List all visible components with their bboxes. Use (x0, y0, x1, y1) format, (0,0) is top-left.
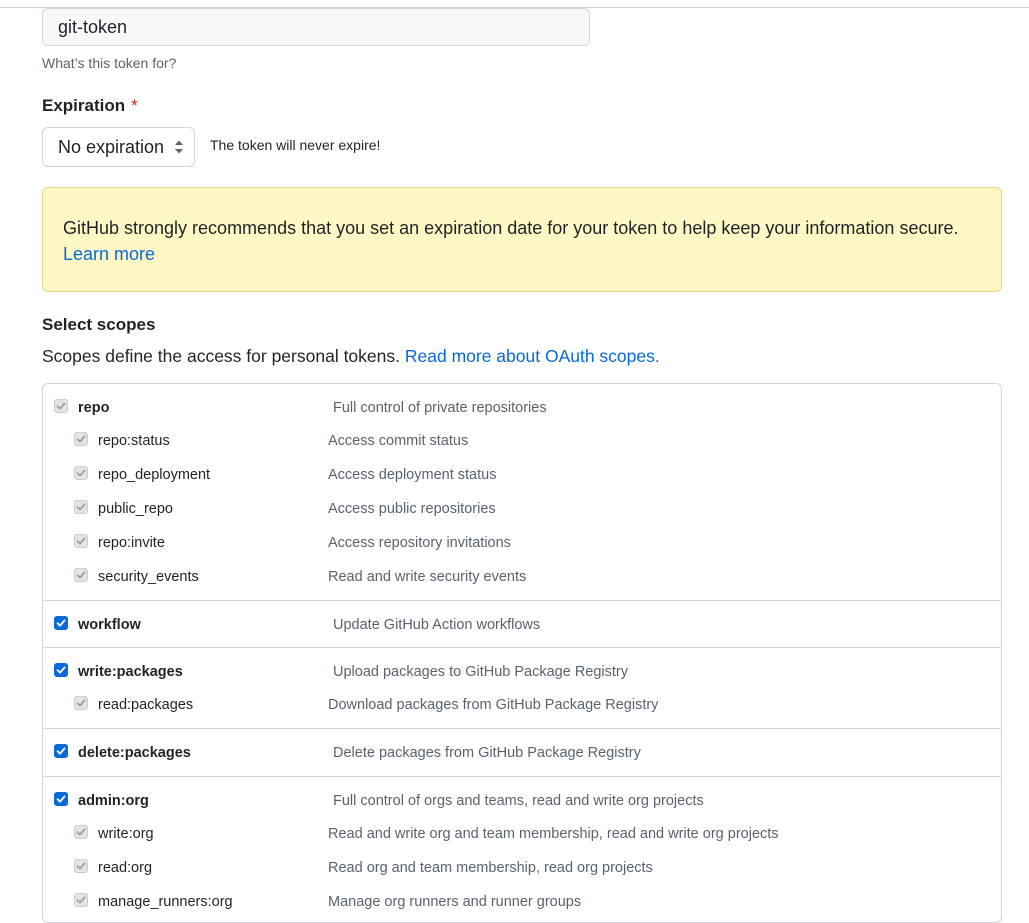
scope-child-row: manage_runners:org Manage org runners and… (43, 893, 1001, 922)
scope-description: Upload packages to GitHub Package Regist… (333, 664, 628, 680)
expiration-warning-banner: GitHub strongly recommends that you set … (42, 187, 1002, 292)
scope-row: write:packages Upload packages to GitHub … (43, 663, 1001, 693)
scope-description: Access commit status (328, 433, 469, 449)
scope-name: delete:packages (78, 745, 191, 761)
scope-checkbox-manage-runners-org[interactable] (74, 893, 88, 907)
scope-child-row: write:org Read and write org and team mem… (43, 825, 1001, 855)
scope-description: Read and write org and team membership, … (328, 826, 779, 842)
scope-name: write:org (98, 826, 154, 842)
scope-checkbox-security-events[interactable] (74, 568, 88, 582)
scope-name: repo_deployment (98, 467, 211, 483)
scope-group-repo: repo Full control of private repositories… (43, 384, 1001, 602)
scope-checkbox-read-packages[interactable] (74, 696, 88, 710)
scope-name: write:packages (78, 664, 183, 680)
scope-checkbox-admin-org[interactable] (54, 792, 68, 806)
oauth-scopes-link[interactable]: Read more about OAuth scopes. (405, 346, 660, 366)
token-note-input[interactable] (42, 8, 590, 46)
scope-description: Full control of private repositories (333, 400, 547, 416)
scope-checkbox-read-org[interactable] (74, 859, 88, 873)
scope-name: manage_runners:org (98, 894, 233, 910)
select-scopes-heading: Select scopes (42, 315, 156, 334)
scope-name: read:packages (98, 697, 194, 713)
scope-row: repo Full control of private repositories (43, 399, 1001, 429)
scope-checkbox-public-repo[interactable] (74, 500, 88, 514)
scope-description: Access public repositories (328, 501, 496, 517)
scope-name: repo (78, 400, 110, 416)
expiration-label-text: Expiration (42, 96, 126, 115)
scope-row: delete:packages Delete packages from GitH… (43, 744, 1001, 774)
scope-child-row: repo:invite Access repository invitations (43, 534, 1001, 564)
scope-checkbox-repo-deployment[interactable] (74, 466, 88, 480)
scope-checkbox-repo-invite[interactable] (74, 534, 88, 548)
scope-child-row: read:packages Download packages from GitH… (43, 696, 1001, 726)
scope-description: Update GitHub Action workflows (333, 617, 541, 633)
scope-child-row: security_events Read and write security e… (43, 568, 1001, 598)
scope-checkbox-workflow[interactable] (54, 616, 68, 630)
scope-name: security_events (98, 569, 199, 585)
scope-row: workflow Update GitHub Action workflows (43, 616, 1001, 646)
expiration-hint: The token will never expire! (210, 137, 381, 153)
scopes-description: Scopes define the access for personal to… (42, 346, 660, 367)
scope-checkbox-delete-packages[interactable] (54, 744, 68, 758)
scope-description: Access repository invitations (328, 535, 511, 551)
expiration-selected-value: No expiration (58, 136, 165, 157)
scope-name: public_repo (98, 501, 173, 517)
select-caret-icon (175, 140, 183, 154)
scope-checkbox-repo[interactable] (54, 399, 68, 413)
scope-group-delete-packages: delete:packages Delete packages from GitH… (43, 728, 1001, 761)
learn-more-link[interactable]: Learn more (63, 244, 155, 264)
scope-name: repo:invite (98, 535, 165, 551)
scope-description: Read and write security events (328, 569, 527, 585)
expiration-label: Expiration * (42, 96, 138, 116)
scope-child-row: public_repo Access public repositories (43, 500, 1001, 530)
required-asterisk: * (131, 96, 138, 115)
scope-group-admin-org: admin:org Full control of orgs and teams,… (43, 776, 1001, 922)
token-note-help: What’s this token for? (42, 55, 177, 71)
scope-description: Manage org runners and runner groups (328, 894, 582, 910)
scope-name: repo:status (98, 433, 170, 449)
scope-group-workflow: workflow Update GitHub Action workflows (43, 600, 1001, 633)
scope-description: Download packages from GitHub Package Re… (328, 697, 659, 713)
scope-name: workflow (78, 617, 141, 633)
scope-child-row: read:org Read org and team membership, re… (43, 859, 1001, 889)
scope-description: Delete packages from GitHub Package Regi… (333, 745, 641, 761)
scope-description: Read org and team membership, read org p… (328, 860, 653, 876)
scope-child-row: repo:status Access commit status (43, 432, 1001, 462)
scope-row: admin:org Full control of orgs and teams,… (43, 792, 1001, 822)
scope-name: admin:org (78, 793, 149, 809)
scope-description: Access deployment status (328, 467, 497, 483)
scope-child-row: repo_deployment Access deployment status (43, 466, 1001, 496)
scope-description: Full control of orgs and teams, read and… (333, 793, 704, 809)
expiration-select[interactable]: No expiration (42, 127, 195, 167)
scope-name: read:org (98, 860, 153, 876)
scopes-description-text: Scopes define the access for personal to… (42, 346, 400, 366)
scope-checkbox-write-packages[interactable] (54, 663, 68, 677)
scope-group-write-packages: write:packages Upload packages to GitHub … (43, 647, 1001, 730)
warning-text: GitHub strongly recommends that you set … (63, 218, 959, 238)
scopes-list: repo Full control of private repositories… (42, 383, 1002, 923)
scope-checkbox-write-org[interactable] (74, 825, 88, 839)
scope-checkbox-repo-status[interactable] (74, 432, 88, 446)
